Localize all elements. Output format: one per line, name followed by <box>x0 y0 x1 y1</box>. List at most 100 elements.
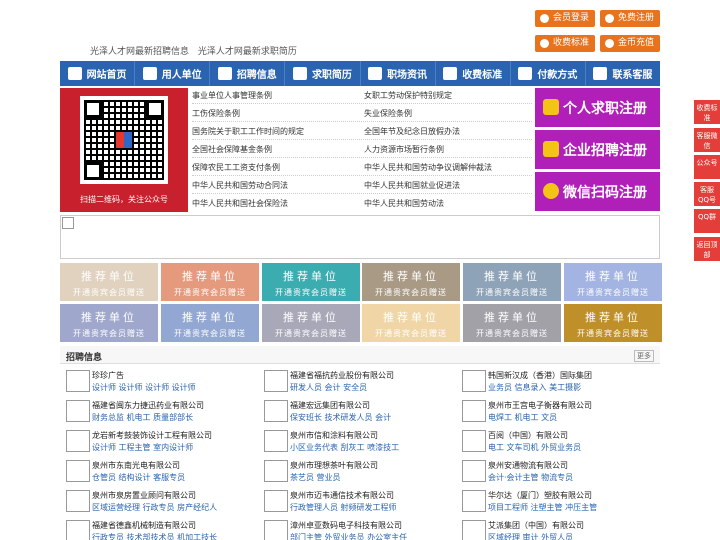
job-positions[interactable]: 仓管员 结构设计 客服专员 <box>92 472 185 483</box>
job-positions[interactable]: 会计·会计主管 物流专员 <box>488 472 573 483</box>
company-logo[interactable] <box>66 460 90 482</box>
job-positions[interactable]: 电焊工 机电工 文员 <box>488 412 557 423</box>
law-link[interactable]: 中华人民共和国劳动争议调解仲裁法 <box>364 162 492 173</box>
nav-support[interactable]: 联系客服 <box>586 61 660 86</box>
side-fee-standard[interactable]: 收费标准 <box>694 100 720 124</box>
nav-home[interactable]: 网站首页 <box>60 61 136 86</box>
company-name[interactable]: 泉州市信和涂料有限公司 <box>290 430 378 441</box>
recommend-unit[interactable]: 推荐单位 开通贵宾会员赠送 <box>262 304 360 342</box>
recommend-unit[interactable]: 推荐单位 开通贵宾会员赠送 <box>564 263 662 301</box>
law-link[interactable]: 失业保险条例 <box>364 108 412 119</box>
side-official-account[interactable]: 公众号 <box>694 155 720 179</box>
company-name[interactable]: 华尔达（厦门）塑胶有限公司 <box>488 490 592 501</box>
company-name[interactable]: 泉州市理想茶叶有限公司 <box>290 460 378 471</box>
recommend-unit[interactable]: 推荐单位 开通贵宾会员赠送 <box>161 304 259 342</box>
company-logo[interactable] <box>264 460 288 482</box>
job-positions[interactable]: 小区业务代表 刮灰工 喷漆技工 <box>290 442 399 453</box>
law-link[interactable]: 全国年节及纪念日放假办法 <box>364 126 460 137</box>
personal-register-button[interactable]: 个人求职注册 <box>535 88 660 127</box>
latest-resumes-link[interactable]: 光泽人才网最新求职简历 <box>198 47 297 57</box>
company-logo[interactable] <box>264 430 288 452</box>
company-logo[interactable] <box>66 490 90 512</box>
law-link[interactable]: 工伤保险条例 <box>192 108 240 119</box>
more-button[interactable]: 更多 <box>634 350 654 362</box>
company-logo[interactable] <box>264 490 288 512</box>
nav-resumes[interactable]: 求职简历 <box>285 61 361 86</box>
company-logo[interactable] <box>66 520 90 540</box>
company-name[interactable]: 福建省福抗药业股份有限公司 <box>290 370 394 381</box>
company-logo[interactable] <box>66 430 90 452</box>
side-back-to-top[interactable]: 返回顶部 <box>694 237 720 261</box>
job-positions[interactable]: 茶艺员 营业员 <box>290 472 341 483</box>
company-name[interactable]: 漳州卓亚数码电子科技有限公司 <box>290 520 402 531</box>
company-logo[interactable] <box>462 460 486 482</box>
latest-jobs-link[interactable]: 光泽人才网最新招聘信息 <box>90 47 189 57</box>
company-name[interactable]: 龙岩新考鼓装饰设计工程有限公司 <box>92 430 212 441</box>
job-positions[interactable]: 设计师 设计师 设计师 设计师 <box>92 382 196 393</box>
free-register-button[interactable]: 免费注册 <box>600 10 661 27</box>
job-positions[interactable]: 区域运营经理 行政专员 房产经纪人 <box>92 502 217 513</box>
nav-employers[interactable]: 用人单位 <box>135 61 211 86</box>
recommend-unit[interactable]: 推荐单位 开通贵宾会员赠送 <box>362 263 460 301</box>
job-positions[interactable]: 财务总监 机电工 质量部部长 <box>92 412 193 423</box>
recommend-unit[interactable]: 推荐单位 开通贵宾会员赠送 <box>161 263 259 301</box>
side-support-wechat[interactable]: 客服微信 <box>694 128 720 152</box>
job-positions[interactable]: 研发人员 会计 安全员 <box>290 382 367 393</box>
job-positions[interactable]: 部门主管 外贸业务员 办公室主任 <box>290 532 407 540</box>
company-name[interactable]: 艾派集团（中国）有限公司 <box>488 520 584 531</box>
law-link[interactable]: 事业单位人事管理条例 <box>192 90 272 101</box>
company-name[interactable]: 泉州市王宫电子衡器有限公司 <box>488 400 592 411</box>
member-login-button[interactable]: 会员登录 <box>535 10 596 27</box>
job-positions[interactable]: 行政专员 技术部技术员 机加工技长 <box>92 532 217 540</box>
job-positions[interactable]: 区域经理 审计 外贸人员 <box>488 532 573 540</box>
company-logo[interactable] <box>462 400 486 422</box>
recommend-unit[interactable]: 推荐单位 开通贵宾会员赠送 <box>362 304 460 342</box>
coin-recharge-button[interactable]: 金币充值 <box>600 35 661 52</box>
law-link[interactable]: 中华人民共和国社会保险法 <box>192 198 288 209</box>
recommend-unit[interactable]: 推荐单位 开通贵宾会员赠送 <box>60 304 158 342</box>
recommend-unit[interactable]: 推荐单位 开通贵宾会员赠送 <box>262 263 360 301</box>
recommend-unit[interactable]: 推荐单位 开通贵宾会员赠送 <box>463 304 561 342</box>
side-qq-group[interactable]: QQ群 <box>694 209 720 233</box>
law-link[interactable]: 保障农民工工资支付条例 <box>192 162 280 173</box>
law-link[interactable]: 人力资源市场暂行条例 <box>364 144 444 155</box>
company-logo[interactable] <box>462 430 486 452</box>
company-register-button[interactable]: 企业招聘注册 <box>535 130 660 169</box>
company-logo[interactable] <box>462 370 486 392</box>
side-support-qq[interactable]: 客服QQ号 <box>694 182 720 206</box>
nav-news[interactable]: 职场资讯 <box>361 61 436 86</box>
company-name[interactable]: 泉州安通物流有限公司 <box>488 460 568 471</box>
job-positions[interactable]: 电工 文车司机 外贸业务员 <box>488 442 581 453</box>
company-logo[interactable] <box>462 490 486 512</box>
job-positions[interactable]: 保安班长 技术研发人员 会计 <box>290 412 391 423</box>
law-link[interactable]: 中华人民共和国劳动法 <box>364 198 444 209</box>
job-positions[interactable]: 项目工程师 注塑主管 冲压主管 <box>488 502 597 513</box>
fee-standard-button[interactable]: 收费标准 <box>535 35 596 52</box>
nav-payment[interactable]: 付款方式 <box>511 61 586 86</box>
company-logo[interactable] <box>66 370 90 392</box>
recommend-unit[interactable]: 推荐单位 开通贵宾会员赠送 <box>564 304 662 342</box>
company-name[interactable]: 珍珍广告 <box>92 370 124 381</box>
law-link[interactable]: 全国社会保障基金条例 <box>192 144 272 155</box>
law-link[interactable]: 女职工劳动保护特别规定 <box>364 90 452 101</box>
job-positions[interactable]: 业务员 信息录入 美工摄影 <box>488 382 581 393</box>
recommend-unit[interactable]: 推荐单位 开通贵宾会员赠送 <box>60 263 158 301</box>
wechat-register-button[interactable]: 微信扫码注册 <box>535 172 660 211</box>
nav-jobs[interactable]: 招聘信息 <box>210 61 286 86</box>
law-link[interactable]: 中华人民共和国劳动合同法 <box>192 180 288 191</box>
job-positions[interactable]: 设计师 工程主管 室内设计师 <box>92 442 193 453</box>
banner-image[interactable] <box>60 215 660 259</box>
company-name[interactable]: 福建省闽东力捷迅药业有限公司 <box>92 400 204 411</box>
law-link[interactable]: 中华人民共和国就业促进法 <box>364 180 460 191</box>
company-logo[interactable] <box>264 400 288 422</box>
company-name[interactable]: 泉州市迈韦通信技术有限公司 <box>290 490 394 501</box>
company-logo[interactable] <box>264 520 288 540</box>
company-name[interactable]: 韩国新汉成（香港）国际集团 <box>488 370 592 381</box>
company-logo[interactable] <box>264 370 288 392</box>
company-name[interactable]: 泉州市东南光电有限公司 <box>92 460 180 471</box>
company-logo[interactable] <box>66 400 90 422</box>
recommend-unit[interactable]: 推荐单位 开通贵宾会员赠送 <box>463 263 561 301</box>
law-link[interactable]: 国务院关于职工工作时间的规定 <box>192 126 304 137</box>
nav-fees[interactable]: 收费标准 <box>436 61 511 86</box>
company-name[interactable]: 泉州市泉房置业顾问有限公司 <box>92 490 196 501</box>
